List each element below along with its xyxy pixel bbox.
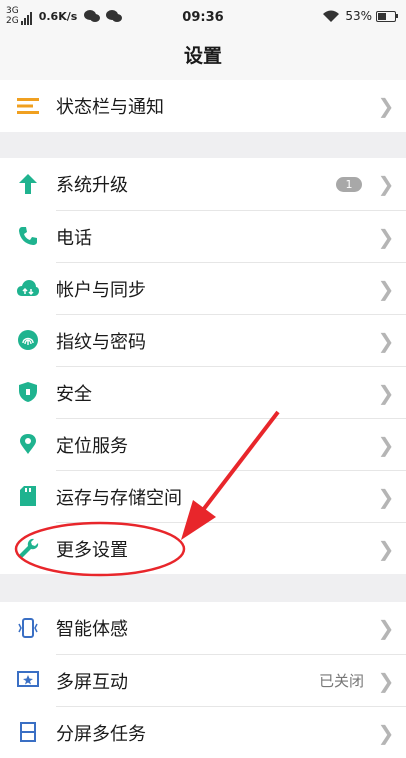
split-screen-icon — [0, 706, 56, 758]
location-pin-icon — [0, 418, 56, 470]
settings-group-2: 系统升级 1 ❯ 电话 ❯ 帐户与同步 ❯ 指纹与密码 ❯ 安全 ❯ 定位服务 … — [0, 158, 406, 574]
chevron-right-icon: ❯ — [377, 536, 395, 561]
settings-item-label: 定位服务 — [56, 435, 128, 457]
shield-icon — [0, 366, 56, 418]
settings-item-accounts-sync[interactable]: 帐户与同步 ❯ — [0, 262, 406, 314]
settings-group-3: 智能体感 ❯ 多屏互动 已关闭 ❯ 分屏多任务 ❯ — [0, 602, 406, 758]
fingerprint-icon — [0, 314, 56, 366]
phone-icon — [0, 210, 56, 262]
page-title: 设置 — [0, 36, 406, 81]
settings-group-1: 状态栏与通知 ❯ — [0, 80, 406, 132]
settings-item-label: 指纹与密码 — [56, 331, 146, 353]
settings-item-split-screen[interactable]: 分屏多任务 ❯ — [0, 706, 406, 758]
settings-item-smart-motion[interactable]: 智能体感 ❯ — [0, 602, 406, 654]
chevron-right-icon: ❯ — [377, 484, 395, 509]
sd-card-icon — [0, 470, 56, 522]
chevron-right-icon: ❯ — [377, 616, 395, 640]
menu-icon — [0, 80, 56, 132]
settings-item-system-update[interactable]: 系统升级 1 ❯ — [0, 158, 406, 210]
battery-percent: 53% — [345, 9, 372, 23]
settings-item-memory-storage[interactable]: 运存与存储空间 ❯ — [0, 470, 406, 522]
settings-item-label: 电话 — [56, 227, 92, 249]
chevron-right-icon: ❯ — [377, 328, 395, 353]
settings-item-status-bar[interactable]: 状态栏与通知 ❯ — [0, 80, 406, 132]
arrow-up-icon — [0, 158, 56, 210]
settings-item-label: 系统升级 — [56, 175, 128, 196]
screen-cast-icon — [0, 654, 56, 706]
settings-item-label: 帐户与同步 — [56, 279, 146, 301]
chevron-right-icon: ❯ — [377, 172, 395, 196]
settings-item-fingerprint-password[interactable]: 指纹与密码 ❯ — [0, 314, 406, 366]
settings-item-label: 安全 — [56, 383, 92, 405]
settings-item-label: 状态栏与通知 — [56, 97, 164, 118]
chevron-right-icon: ❯ — [377, 668, 395, 693]
chevron-right-icon: ❯ — [377, 224, 395, 249]
wrench-icon — [0, 522, 56, 574]
settings-item-phone[interactable]: 电话 ❯ — [0, 210, 406, 262]
battery-icon — [376, 10, 398, 22]
settings-item-more-settings[interactable]: 更多设置 ❯ — [0, 522, 406, 574]
status-right: 53% — [322, 9, 398, 23]
multi-screen-status: 已关闭 — [318, 672, 364, 690]
status-bar: 3G 2G 0.6K/s 09:36 53% — [0, 0, 406, 36]
settings-item-label: 更多设置 — [56, 539, 128, 561]
chevron-right-icon: ❯ — [377, 276, 395, 301]
cloud-sync-icon — [0, 262, 56, 314]
settings-item-label: 智能体感 — [56, 619, 128, 640]
settings-item-multi-screen[interactable]: 多屏互动 已关闭 ❯ — [0, 654, 406, 706]
motion-phone-icon — [0, 602, 56, 654]
update-count-badge: 1 — [336, 176, 362, 192]
settings-item-location[interactable]: 定位服务 ❯ — [0, 418, 406, 470]
chevron-right-icon: ❯ — [377, 94, 395, 118]
chevron-right-icon: ❯ — [377, 432, 395, 457]
settings-item-label: 运存与存储空间 — [56, 487, 182, 509]
wifi-icon — [323, 10, 340, 22]
settings-item-label: 多屏互动 — [56, 671, 128, 693]
chevron-right-icon: ❯ — [377, 380, 395, 405]
settings-item-security[interactable]: 安全 ❯ — [0, 366, 406, 418]
